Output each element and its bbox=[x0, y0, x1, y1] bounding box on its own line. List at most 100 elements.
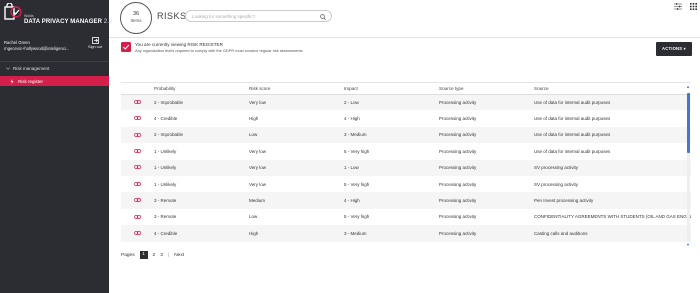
search-box bbox=[185, 10, 332, 22]
link-icon[interactable] bbox=[134, 116, 141, 121]
column-header-link bbox=[121, 83, 154, 95]
table-row[interactable]: 2 - Improbable Very low 2 - Low Processing … bbox=[121, 94, 691, 111]
cell-risk-score: Very low bbox=[249, 94, 344, 111]
cell-impact: 1 - Low bbox=[344, 159, 439, 176]
next-page-button[interactable]: Next bbox=[174, 253, 184, 258]
top-right-tools bbox=[674, 3, 697, 12]
items-label: Items bbox=[130, 17, 142, 23]
table-row[interactable]: 1 - Unlikely Very low 5 - Very high Process… bbox=[121, 143, 691, 160]
cell-source: SV processing activity bbox=[534, 159, 691, 176]
link-icon[interactable] bbox=[134, 165, 141, 170]
cell-source-type: Processing activity bbox=[439, 126, 534, 144]
cell-probability: 2 - Improbable bbox=[154, 126, 249, 144]
column-header-risk-score[interactable]: Risk score bbox=[249, 83, 344, 95]
cell-source: Casting calls and auditions bbox=[534, 225, 691, 242]
app-logo-icon bbox=[4, 3, 22, 20]
scroll-up-arrow[interactable]: ▲ bbox=[686, 84, 690, 89]
sidebar-item-label: Risk register bbox=[18, 78, 44, 84]
row-link-cell bbox=[121, 225, 154, 242]
nav-group-risk-management[interactable]: Risk management bbox=[6, 66, 49, 71]
cell-impact: 4 - High bbox=[344, 241, 439, 243]
cell-risk-score: Low bbox=[249, 126, 344, 144]
pager-separator: | bbox=[167, 252, 170, 258]
app-title-text: DATA PRIVACY MANAGER bbox=[24, 19, 103, 25]
cell-probability: 1 - Unlikely bbox=[154, 159, 249, 176]
cell-source: Use of data for internal audit purposes bbox=[534, 94, 691, 111]
sidebar-divider bbox=[0, 61, 109, 62]
cell-impact: 5 - Very high bbox=[344, 175, 439, 193]
link-icon[interactable] bbox=[134, 231, 141, 236]
cell-probability: 4 - Credible bbox=[154, 225, 249, 242]
row-link-cell bbox=[121, 241, 154, 243]
cell-risk-score: High bbox=[249, 225, 344, 242]
filter-settings-icon[interactable] bbox=[674, 3, 682, 12]
sidebar-item-risk-register[interactable]: Risk register bbox=[0, 76, 109, 86]
table-row[interactable]: 4 - CredibleHigh4 - HighProcessing activ… bbox=[121, 241, 691, 243]
actions-button[interactable]: ACTIONS ▾ bbox=[656, 42, 692, 56]
row-link-cell bbox=[121, 143, 154, 160]
info-subtitle: Any organization that's required to comp… bbox=[135, 48, 304, 53]
link-icon[interactable] bbox=[134, 132, 141, 138]
cell-impact: 4 - High bbox=[344, 192, 439, 209]
table-row[interactable]: 1 - Unlikely Very low 5 - Very high Process… bbox=[121, 175, 691, 193]
cell-risk-score: Very low bbox=[249, 175, 344, 193]
link-icon[interactable] bbox=[134, 214, 141, 220]
row-link-cell bbox=[121, 159, 154, 176]
column-header-impact[interactable]: Impact bbox=[344, 83, 439, 95]
table-row[interactable]: 1 - Unlikely Very low 1 - Low Processing ac… bbox=[121, 159, 691, 176]
cell-probability: 3 - Remote bbox=[154, 192, 249, 209]
cell-source-type: Processing activity bbox=[439, 159, 534, 176]
link-icon[interactable] bbox=[134, 149, 141, 154]
page-3-button[interactable]: 3 bbox=[160, 253, 163, 258]
cell-probability: 1 - Unlikely bbox=[154, 143, 249, 160]
link-icon[interactable] bbox=[134, 198, 141, 203]
cell-source: Use of data for internal audit purposes bbox=[534, 110, 691, 127]
table-header-row: Probability Risk score Impact Source typ… bbox=[121, 83, 691, 95]
page-2-button[interactable]: 2 bbox=[153, 253, 156, 258]
table-row[interactable]: 4 - Credible High 3 - Medium Processing act… bbox=[121, 225, 691, 242]
column-header-probability[interactable]: Probability bbox=[154, 83, 249, 95]
page-title: RISKS bbox=[157, 11, 187, 21]
table-row[interactable]: 2 - Improbable Low 3 - Medium Processing ac… bbox=[121, 126, 691, 144]
cell-risk-score: Medium bbox=[249, 192, 344, 209]
risk-table: Probability Risk score Impact Source typ… bbox=[121, 82, 691, 243]
cell-probability: 1 - Unlikely bbox=[154, 175, 249, 193]
page-1-button[interactable]: 1 bbox=[139, 251, 148, 259]
cell-source-type: Processing activity bbox=[439, 175, 534, 193]
search-icon[interactable] bbox=[320, 13, 326, 20]
lightning-icon bbox=[10, 78, 14, 84]
cell-risk-score: Very low bbox=[249, 159, 344, 176]
link-icon[interactable] bbox=[134, 100, 141, 105]
user-name: Rachel Green bbox=[4, 40, 30, 45]
pagination: Pages 1 2 3 | Next bbox=[121, 251, 184, 259]
table-row[interactable]: 4 - CredibleHigh4 - HighProcessing activ… bbox=[121, 110, 691, 127]
brand-company: Wolds bbox=[24, 14, 34, 18]
items-counter: 36 Items bbox=[120, 2, 152, 34]
cell-probability: 2 - Improbable bbox=[154, 94, 249, 111]
table-row[interactable]: 3 - Remote Low 5 - Very high Processing act… bbox=[121, 208, 691, 226]
header-divider bbox=[109, 37, 700, 38]
app-title: DATA PRIVACY MANAGER 2.2 bbox=[24, 19, 112, 25]
cell-source: Use of data for internal audit purposes bbox=[534, 126, 691, 144]
row-link-cell bbox=[121, 192, 154, 209]
apps-grid-icon[interactable] bbox=[690, 3, 697, 12]
search-input[interactable] bbox=[186, 11, 311, 21]
pager-label: Pages bbox=[121, 252, 135, 258]
cell-probability: 3 - Remote bbox=[154, 208, 249, 226]
cell-risk-score: High bbox=[249, 241, 344, 243]
cell-source-type: Processing activity bbox=[439, 208, 534, 226]
cell-source-type: Processing activity bbox=[439, 110, 534, 127]
cell-source-type: Processing activity bbox=[439, 192, 534, 209]
table-row[interactable]: 3 - Remote Medium 4 - High Processing activ… bbox=[121, 192, 691, 209]
sign-out-button[interactable]: Sign out bbox=[85, 37, 105, 49]
column-header-source-type[interactable]: Source type bbox=[439, 83, 534, 95]
chevron-down-icon bbox=[6, 67, 10, 70]
table-scrollbar[interactable] bbox=[687, 93, 690, 241]
brand: Wolds DATA PRIVACY MANAGER 2.2 bbox=[0, 0, 112, 36]
app-version: 2.2 bbox=[103, 19, 113, 25]
user-email: rngecevic+hollywood@inteligenci... bbox=[4, 46, 70, 51]
link-icon[interactable] bbox=[134, 181, 141, 187]
scrollbar-thumb[interactable] bbox=[687, 93, 690, 153]
scroll-down-arrow[interactable]: ▼ bbox=[686, 242, 690, 247]
column-header-source[interactable]: Source bbox=[534, 83, 691, 95]
